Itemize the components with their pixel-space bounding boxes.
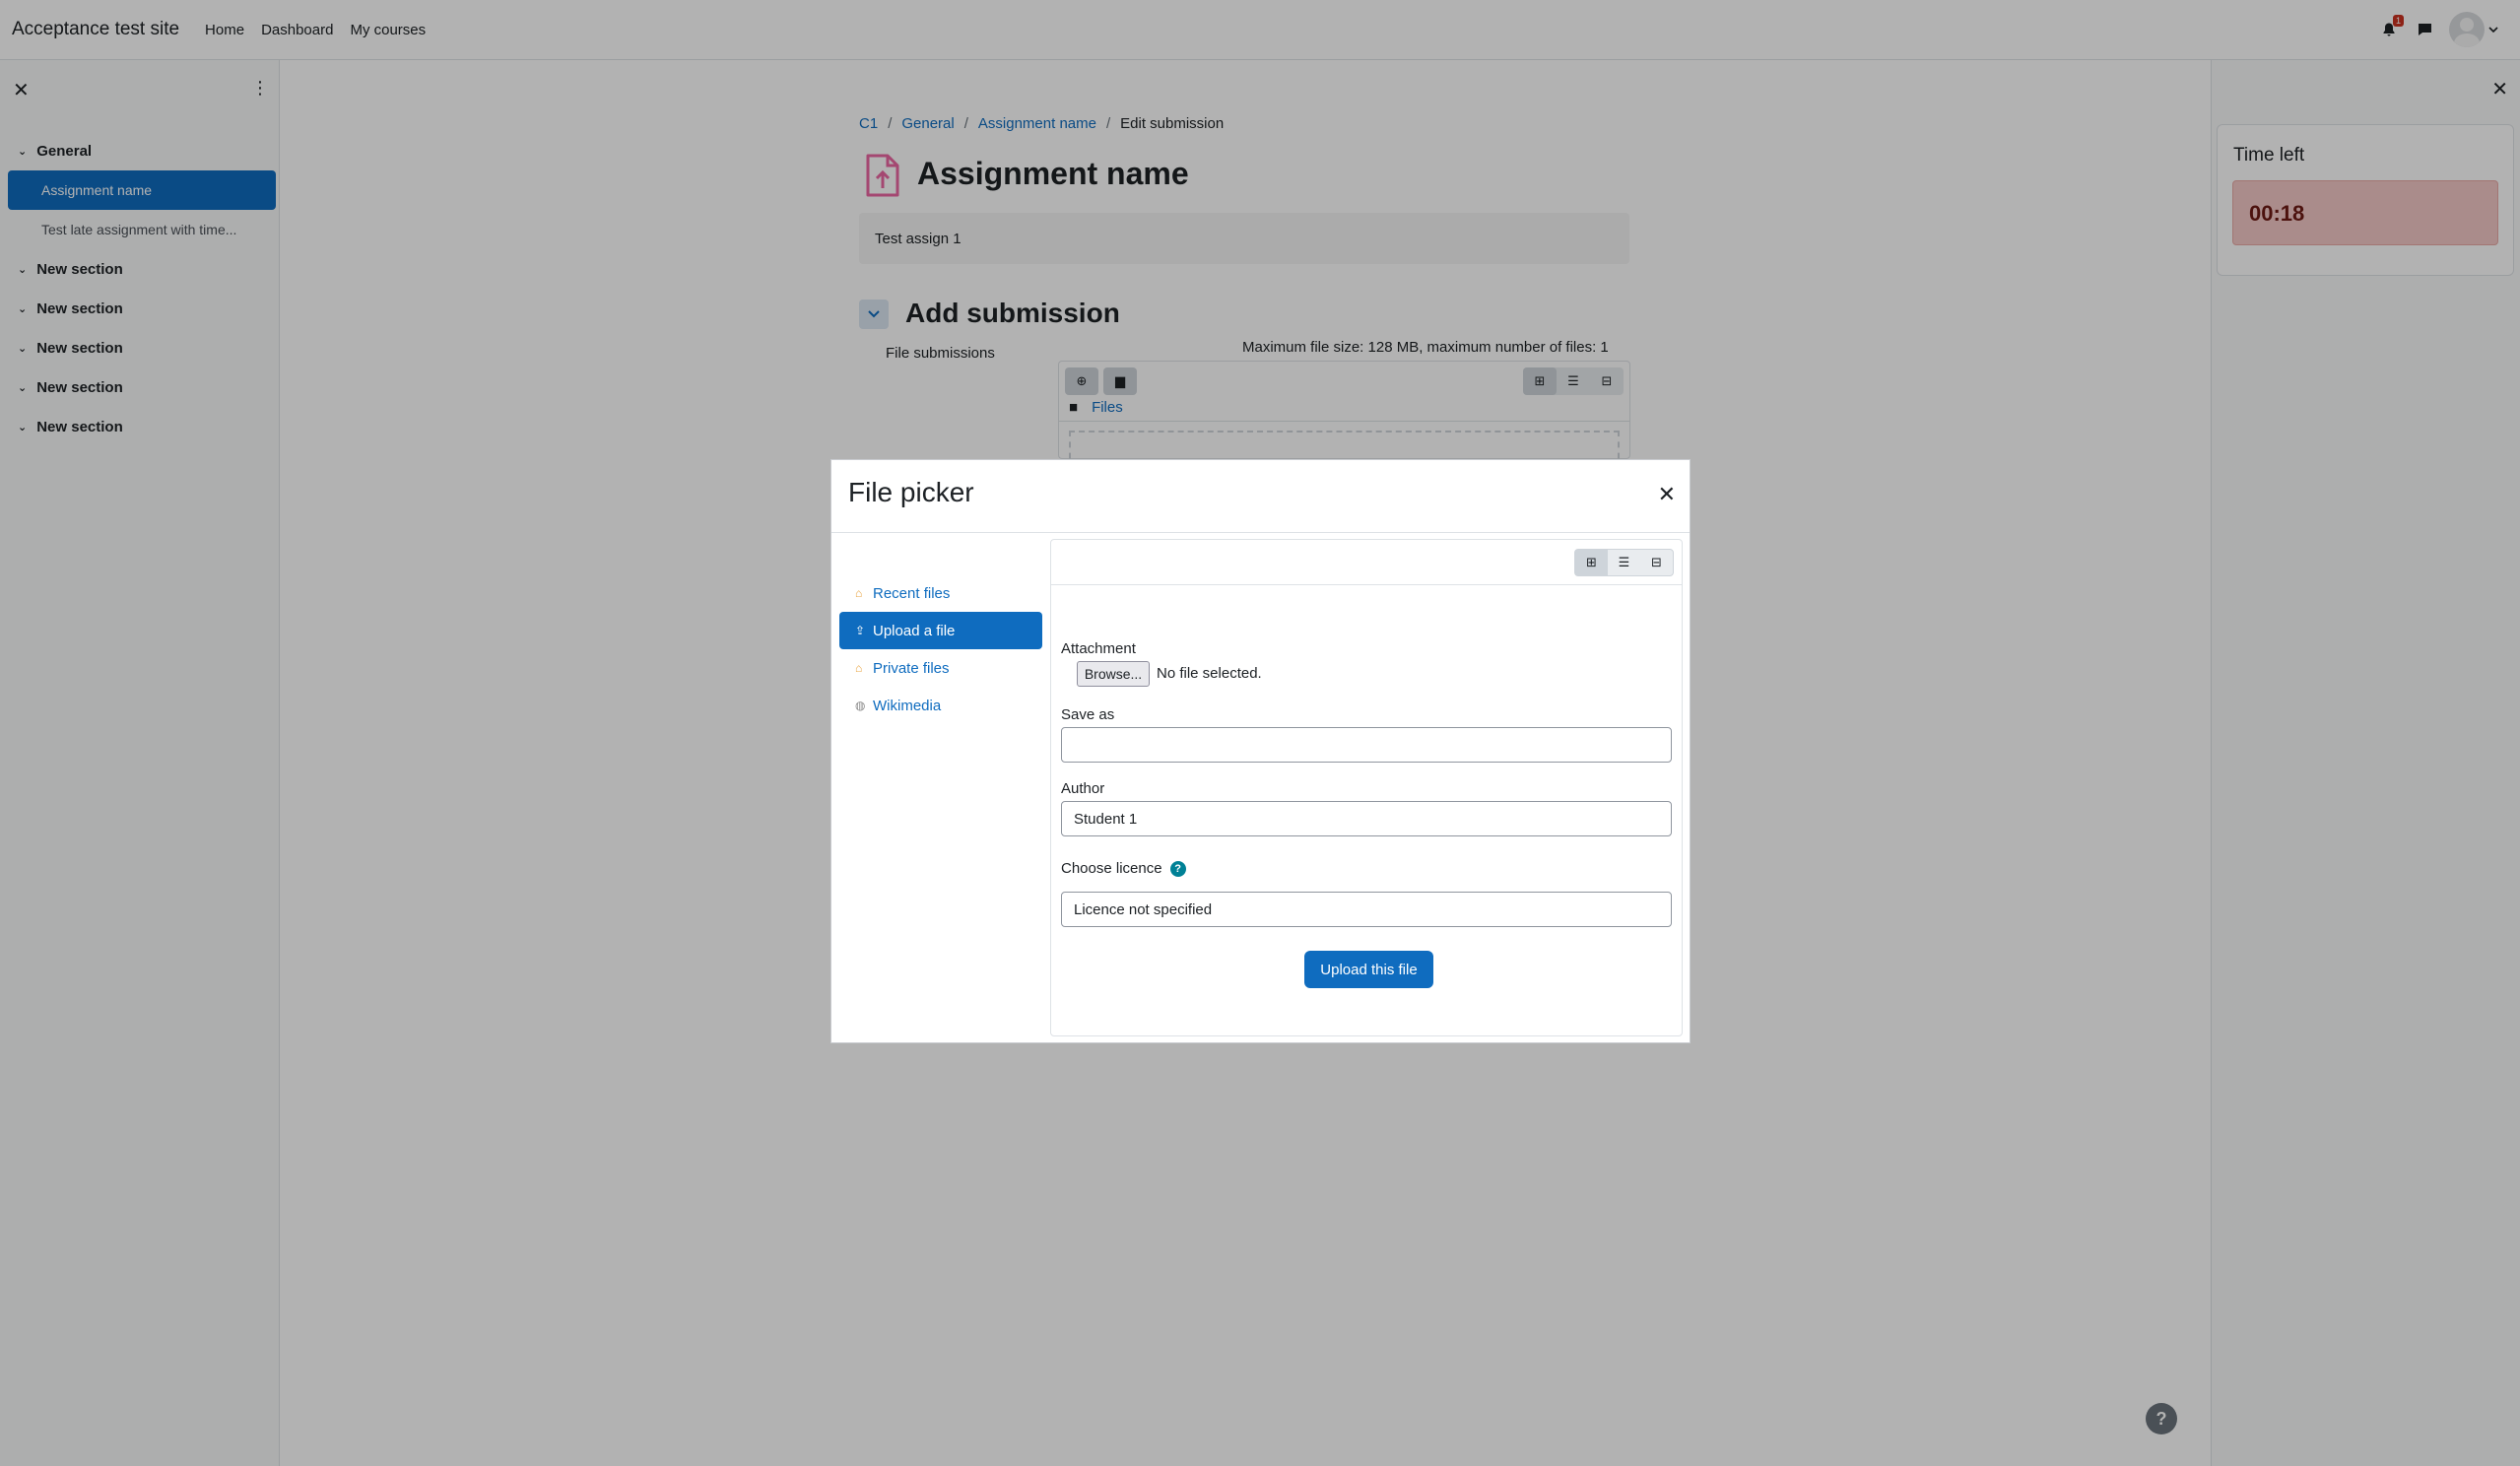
wikimedia-icon: ◍ — [855, 699, 866, 712]
icon-view-button[interactable]: ⊞ — [1575, 550, 1608, 575]
page: Acceptance test site Home Dashboard My c… — [0, 0, 2520, 1466]
modal-title: File picker — [848, 477, 974, 507]
list-icon: ☰ — [1618, 555, 1630, 569]
upload-file-button[interactable]: Upload this file — [1304, 951, 1433, 988]
upload-form-panel: ⊞ ☰ ⊟ Attachment Browse... No file selec… — [1050, 539, 1683, 1036]
help-icon[interactable]: ? — [1169, 861, 1186, 878]
tree-icon: ⊟ — [1651, 555, 1662, 569]
repository-private-files[interactable]: ⌂ Private files — [839, 649, 1042, 687]
repository-recent-files[interactable]: ⌂ Recent files — [839, 574, 1042, 612]
recent-files-icon: ⌂ — [855, 586, 863, 600]
save-as-label: Save as — [1061, 706, 1115, 723]
grid-icon: ⊞ — [1586, 555, 1597, 569]
tree-view-button[interactable]: ⊟ — [1640, 550, 1673, 575]
modal-header: File picker ✕ — [831, 460, 1690, 533]
save-as-input[interactable] — [1061, 727, 1672, 763]
close-modal-icon[interactable]: ✕ — [1658, 482, 1676, 507]
file-picker-view-toggle: ⊞ ☰ ⊟ — [1574, 549, 1674, 576]
no-file-text: No file selected. — [1157, 665, 1262, 682]
licence-select[interactable]: Licence not specified — [1061, 892, 1672, 927]
attachment-label: Attachment — [1061, 640, 1136, 657]
browse-button[interactable]: Browse... — [1077, 661, 1150, 687]
repository-list: ⌂ Recent files ⇪ Upload a file ⌂ Private fi… — [839, 574, 1042, 724]
file-picker-toolbar: ⊞ ☰ ⊟ — [1051, 540, 1682, 585]
author-input[interactable]: Student 1 — [1061, 801, 1672, 836]
private-files-icon: ⌂ — [855, 661, 863, 675]
author-label: Author — [1061, 780, 1105, 797]
licence-label: Choose licence — [1061, 860, 1162, 877]
licence-label-row: Choose licence? — [1061, 860, 1186, 878]
list-view-button[interactable]: ☰ — [1608, 550, 1640, 575]
repository-upload-file[interactable]: ⇪ Upload a file — [839, 612, 1042, 649]
repository-wikimedia[interactable]: ◍ Wikimedia — [839, 687, 1042, 724]
upload-icon: ⇪ — [855, 624, 866, 637]
file-picker-dialog: File picker ✕ ⌂ Recent files ⇪ Upload a fi… — [830, 459, 1691, 1043]
